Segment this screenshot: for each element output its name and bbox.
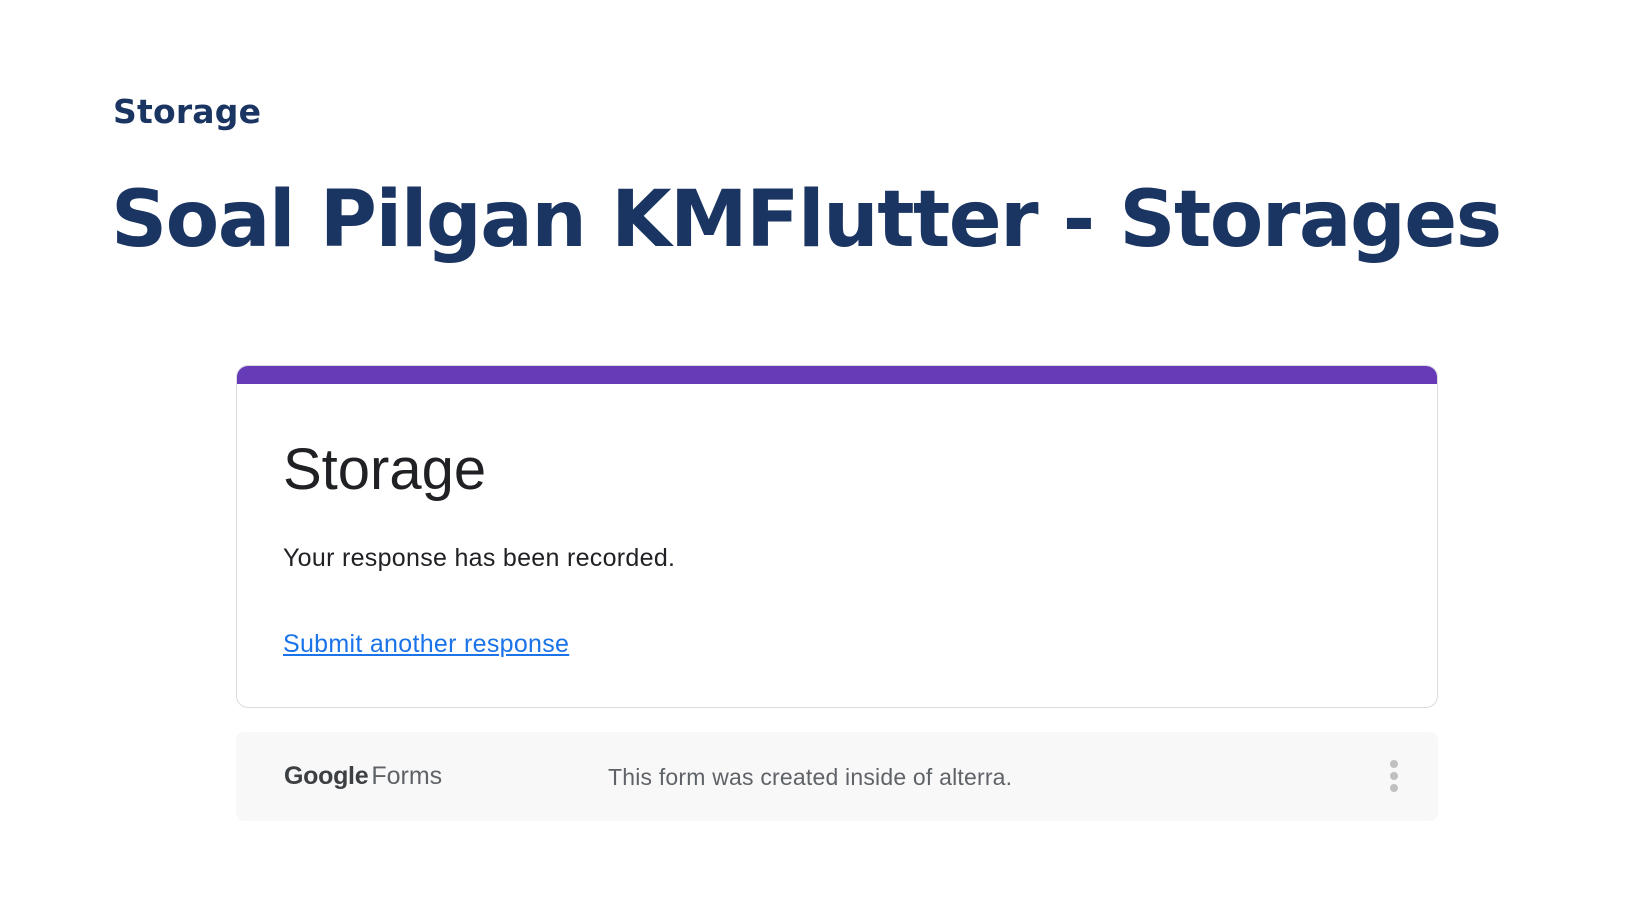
page-title: Soal Pilgan KMFlutter - Storages — [111, 175, 1502, 265]
logo-forms-text: Forms — [371, 762, 443, 790]
card-accent-bar — [237, 366, 1437, 384]
confirmation-message: Your response has been recorded. — [283, 544, 676, 572]
google-forms-logo[interactable]: Google Forms — [284, 759, 442, 793]
form-title: Storage — [283, 437, 487, 502]
form-response-card: Storage Your response has been recorded.… — [236, 365, 1438, 708]
forms-footer: Google Forms This form was created inside… — [236, 732, 1438, 821]
footer-note: This form was created inside of alterra. — [608, 764, 1013, 790]
category-label: Storage — [113, 92, 262, 131]
submit-another-response-link[interactable]: Submit another response — [283, 628, 569, 660]
logo-google-text: Google — [284, 762, 369, 790]
more-options-button[interactable] — [1370, 752, 1418, 800]
